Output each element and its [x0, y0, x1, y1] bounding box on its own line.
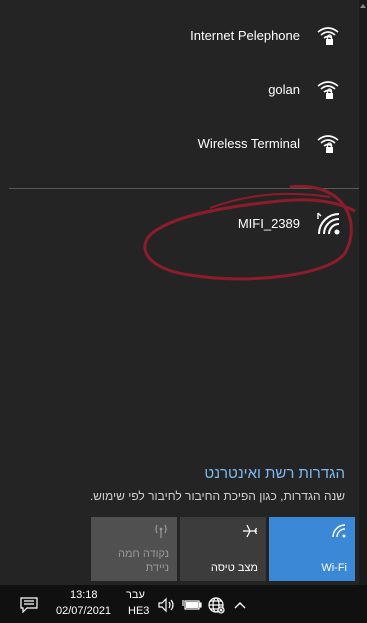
flyout-scrollbar[interactable]	[359, 0, 367, 585]
keyboard-layout-label: HE3	[128, 605, 150, 617]
wifi-secured-icon	[314, 129, 342, 157]
network-settings-description: שנה הגדרות, כגון הפיכת החיבור לחיבור לפי…	[89, 489, 345, 503]
taskbar: 13:18 02/07/2021 עבר HE3	[0, 585, 367, 623]
network-name: golan	[268, 81, 300, 97]
airplane-icon	[242, 523, 258, 539]
hotspot-label-line2: ניידת	[145, 562, 169, 574]
language-label: עבר	[126, 589, 145, 601]
network-item-mifi-2389[interactable]: MIFI_2389	[0, 196, 359, 250]
network-settings-link[interactable]: הגדרות רשת ואינטרנט	[204, 465, 345, 482]
battery-charging-icon[interactable]	[181, 595, 203, 615]
clock-time: 13:18	[70, 589, 98, 601]
wifi-tile[interactable]: Wi-Fi	[269, 517, 355, 581]
input-language[interactable]: עבר HE3	[122, 585, 152, 623]
scroll-up-arrow-icon[interactable]	[360, 4, 366, 8]
wifi-icon	[331, 523, 347, 539]
action-center-icon[interactable]	[18, 595, 40, 615]
volume-icon[interactable]	[157, 595, 177, 615]
network-item-internet-pelephone[interactable]: Internet Pelephone	[0, 8, 359, 62]
mobile-hotspot-tile[interactable]: נקודה חמה ניידת	[91, 517, 177, 581]
wifi-secured-icon	[314, 75, 342, 103]
airplane-tile-label: מצב טיסה	[210, 562, 258, 574]
network-item-golan[interactable]: golan	[0, 62, 359, 116]
wifi-cellular-icon	[314, 209, 342, 237]
network-globe-icon[interactable]	[206, 595, 226, 615]
network-name: Wireless Terminal	[197, 135, 300, 151]
airplane-mode-tile[interactable]: מצב טיסה	[180, 517, 266, 581]
hotspot-icon	[153, 523, 169, 539]
network-name: Internet Pelephone	[190, 27, 300, 43]
network-list-divider	[9, 188, 359, 189]
hotspot-tile-label: נקודה חמה ניידת	[118, 547, 169, 575]
hotspot-label-line1: נקודה חמה	[118, 548, 169, 560]
wifi-secured-icon	[314, 21, 342, 49]
network-name: MIFI_2389	[237, 215, 300, 231]
clock[interactable]: 13:18 02/07/2021	[50, 585, 116, 623]
show-hidden-icons-chevron-up-icon[interactable]	[231, 595, 249, 615]
clock-date: 02/07/2021	[56, 605, 112, 617]
network-item-wireless-terminal[interactable]: Wireless Terminal	[0, 116, 359, 170]
wifi-tile-label: Wi-Fi	[321, 562, 347, 574]
network-flyout: Internet Pelephone golan Wireless Termin…	[0, 0, 359, 585]
